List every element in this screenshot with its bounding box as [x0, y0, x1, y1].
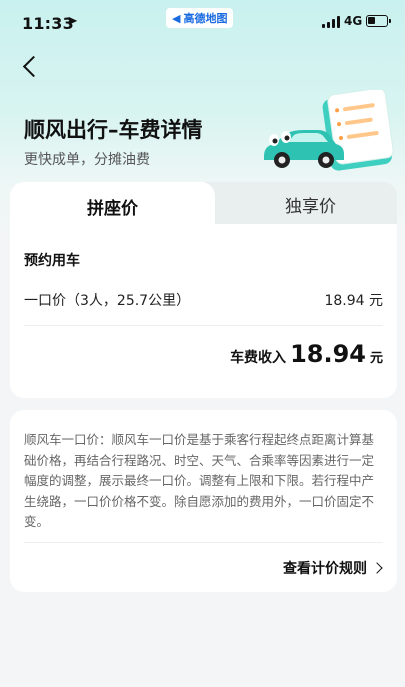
status-bar: 11:33 ➤ ◀ 高德地图 4G: [0, 0, 405, 44]
income-amount: 18.94: [290, 340, 366, 368]
tab-exclusive-price[interactable]: 独享价: [200, 182, 397, 226]
page-subtitle: 更快成单，分摊油费: [24, 152, 150, 168]
car-document-illustration-icon: [264, 90, 394, 171]
divider: [24, 542, 383, 543]
network-type: 4G: [344, 14, 363, 28]
app-name: 高德地图: [183, 12, 228, 25]
fare-card: 预约用车 一口价（3人，25.7公里） 18.94 元 车费收入 18.94 元: [10, 224, 397, 398]
back-button[interactable]: [18, 52, 48, 82]
tab-label: 独享价: [285, 196, 336, 217]
signal-icon: [322, 16, 342, 28]
tab-label: 拼座价: [87, 198, 138, 219]
income-unit: 元: [369, 351, 383, 366]
pricing-rules-card: 顺风车一口价：顺风车一口价是基于乘客行程起终点距离计算基础价格，再结合行程路况、…: [10, 410, 397, 592]
fixed-price-label: 一口价（3人，25.7公里）: [24, 293, 191, 309]
link-label: 查看计价规则: [283, 561, 367, 577]
back-arrow-icon: ◀: [172, 11, 181, 25]
page-title: 顺风出行–车费详情: [24, 118, 203, 142]
tab-shared-price[interactable]: 拼座价: [10, 182, 215, 230]
location-arrow-icon: ➤: [67, 14, 78, 29]
section-title: 预约用车: [24, 253, 80, 269]
pricing-description: 顺风车一口价：顺风车一口价是基于乘客行程起终点距离计算基础价格，再结合行程路况、…: [24, 432, 375, 529]
price-tabs: 独享价 拼座价: [10, 182, 397, 230]
fare-income: 车费收入 18.94 元: [230, 340, 383, 368]
fixed-price-value: 18.94 元: [324, 293, 383, 309]
income-label: 车费收入: [230, 350, 287, 366]
divider: [24, 325, 383, 326]
return-to-app-pill[interactable]: ◀ 高德地图: [166, 8, 234, 28]
view-pricing-rules-link[interactable]: 查看计价规则: [283, 558, 383, 578]
chevron-right-icon: [371, 562, 383, 574]
battery-icon: [366, 15, 391, 27]
